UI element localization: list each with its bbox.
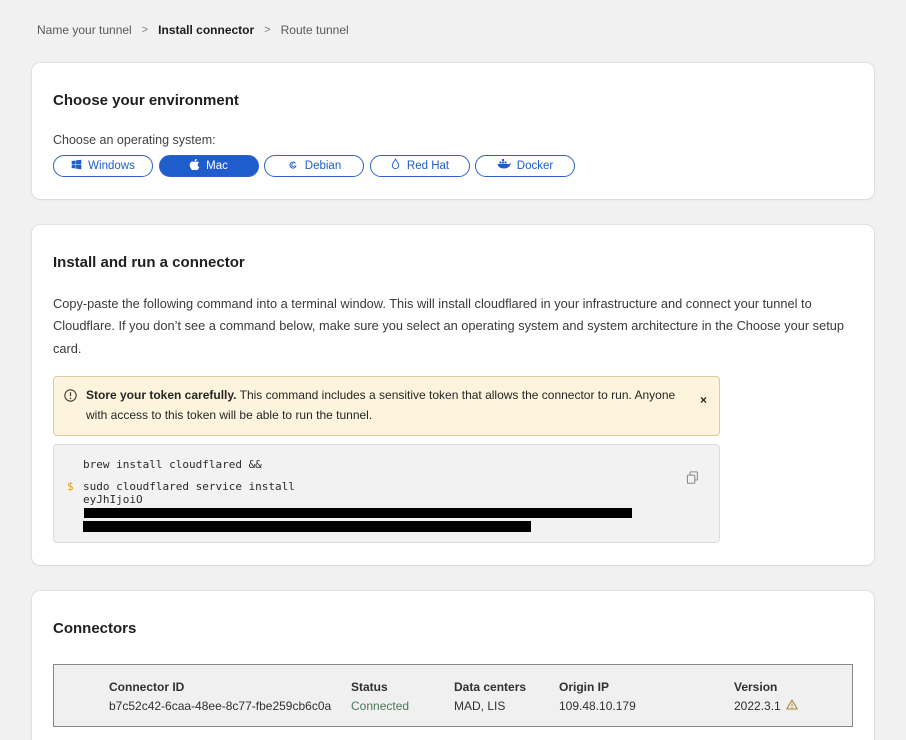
os-button-label: Windows — [88, 160, 135, 172]
redhat-logo-icon — [390, 158, 401, 174]
shell-prompt: $ — [67, 480, 83, 532]
breadcrumb-step-install-connector[interactable]: Install connector — [158, 23, 254, 37]
os-button-docker[interactable]: Docker — [475, 155, 575, 177]
cell-connector-id: b7c52c42-6caa-48ee-8c77-fbe259cb6c0a — [109, 699, 351, 713]
cell-origin-ip: 109.48.10.179 — [559, 699, 734, 713]
alert-close-icon[interactable]: × — [700, 394, 707, 406]
os-button-label: Red Hat — [407, 160, 449, 172]
debian-logo-icon — [287, 159, 299, 174]
column-header-version: Version — [734, 680, 852, 694]
code-line-brew: brew install cloudflared && — [67, 458, 679, 471]
column-header-status: Status — [351, 680, 454, 694]
os-button-windows[interactable]: Windows — [53, 155, 153, 177]
cell-version: 2022.3.1 — [734, 699, 852, 713]
warning-triangle-icon — [786, 699, 798, 713]
os-button-debian[interactable]: Debian — [264, 155, 364, 177]
code-line-sudo: sudo cloudflared service install — [83, 480, 295, 493]
connectors-card-title: Connectors — [53, 620, 853, 637]
os-button-group: Windows Mac Debian Red Hat Docker — [53, 155, 853, 177]
connectors-table: Connector ID Status Data centers Origin … — [53, 664, 853, 727]
os-button-label: Docker — [517, 160, 553, 172]
alert-title: Store your token carefully. — [86, 388, 237, 402]
breadcrumb-step-name-your-tunnel[interactable]: Name your tunnel — [37, 23, 132, 37]
token-prefix: eyJhIjoiO — [83, 493, 143, 506]
code-command: $ sudo cloudflared service install eyJhI… — [67, 480, 679, 532]
install-card-title: Install and run a connector — [53, 254, 853, 271]
copy-icon[interactable] — [686, 471, 699, 488]
os-select-label: Choose an operating system: — [53, 133, 853, 147]
breadcrumb-separator: > — [142, 24, 148, 36]
version-value: 2022.3.1 — [734, 699, 781, 713]
alert-circle-icon — [64, 389, 77, 409]
os-button-redhat[interactable]: Red Hat — [370, 155, 470, 177]
docker-logo-icon — [497, 159, 511, 173]
apple-logo-icon — [189, 158, 200, 174]
alert-text: Store your token carefully. This command… — [86, 386, 691, 426]
token-warning-alert: Store your token carefully. This command… — [53, 376, 720, 436]
redacted-token-bar — [83, 521, 531, 532]
environment-card-title: Choose your environment — [53, 92, 853, 109]
breadcrumb: Name your tunnel > Install connector > R… — [0, 0, 906, 37]
code-lines: sudo cloudflared service install eyJhIjo… — [83, 480, 679, 532]
install-command-codeblock: brew install cloudflared && $ sudo cloud… — [53, 444, 720, 543]
install-description: Copy-paste the following command into a … — [53, 293, 853, 360]
os-button-mac[interactable]: Mac — [159, 155, 259, 177]
column-header-origin-ip: Origin IP — [559, 680, 734, 694]
breadcrumb-step-route-tunnel[interactable]: Route tunnel — [281, 23, 349, 37]
os-button-label: Mac — [206, 160, 228, 172]
cell-status: Connected — [351, 699, 454, 713]
redacted-token-bar — [84, 508, 632, 518]
windows-logo-icon — [71, 159, 82, 173]
column-header-connector-id: Connector ID — [109, 680, 351, 694]
column-header-data-centers: Data centers — [454, 680, 559, 694]
environment-card: Choose your environment Choose an operat… — [32, 63, 874, 199]
install-card: Install and run a connector Copy-paste t… — [32, 225, 874, 565]
os-button-label: Debian — [305, 160, 341, 172]
cell-data-centers: MAD, LIS — [454, 699, 559, 713]
connectors-card: Connectors Connector ID Status Data cent… — [32, 591, 874, 740]
breadcrumb-separator: > — [264, 24, 270, 36]
